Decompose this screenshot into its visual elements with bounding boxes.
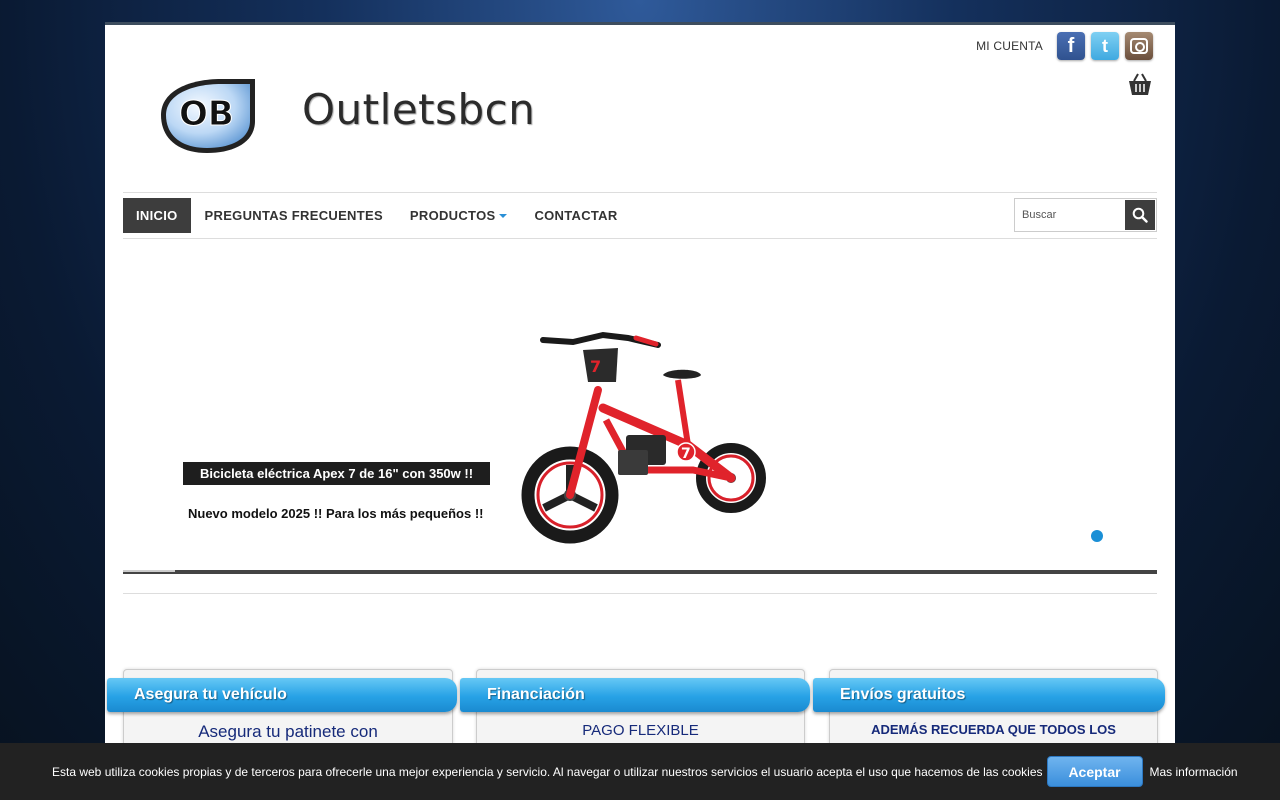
main-nav: INICIO PREGUNTAS FRECUENTES PRODUCTOS CO… xyxy=(123,192,1157,239)
nav-item-productos[interactable]: PRODUCTOS xyxy=(397,198,521,233)
logo[interactable]: OB xyxy=(151,75,263,155)
slider-dot[interactable] xyxy=(1091,530,1103,542)
my-account-link[interactable]: MI CUENTA xyxy=(976,39,1043,53)
box-ribbon-financiacion[interactable]: Financiación xyxy=(460,678,810,712)
accept-cookies-button[interactable]: Aceptar xyxy=(1046,756,1143,787)
box-ribbon-envios[interactable]: Envíos gratuitos xyxy=(813,678,1165,712)
box-text-envios: ADEMÁS RECUERDA QUE TODOS LOS xyxy=(871,722,1116,737)
nav-item-contactar[interactable]: CONTACTAR xyxy=(521,198,630,233)
facebook-icon[interactable]: f xyxy=(1057,32,1085,60)
slider-progress-fill xyxy=(123,570,175,572)
divider xyxy=(123,593,1157,594)
nav-item-inicio[interactable]: INICIO xyxy=(123,198,191,233)
brand-name: Outletsbcn xyxy=(302,85,536,134)
more-info-link[interactable]: Mas información xyxy=(1150,765,1238,779)
search-button[interactable] xyxy=(1125,200,1155,230)
slide-subtitle: Nuevo modelo 2025 !! Para los más pequeñ… xyxy=(188,506,484,521)
svg-text:7: 7 xyxy=(590,357,601,376)
cookie-text: Esta web utiliza cookies propias y de te… xyxy=(52,764,1043,779)
caret-down-icon xyxy=(499,213,508,218)
logo-text: OB xyxy=(179,94,234,134)
basket-icon[interactable] xyxy=(1127,73,1153,97)
top-links: MI CUENTA f t xyxy=(976,32,1153,60)
page-container: MI CUENTA f t OB Outletsbcn INICIO PREGU… xyxy=(105,22,1175,800)
cookie-bar: Esta web utiliza cookies propias y de te… xyxy=(0,743,1280,800)
search-icon xyxy=(1132,207,1148,223)
instagram-icon[interactable] xyxy=(1125,32,1153,60)
nav-item-preguntas-frecuentes[interactable]: PREGUNTAS FRECUENTES xyxy=(192,198,396,233)
box-text-financiacion: PAGO FLEXIBLE xyxy=(582,722,699,739)
search-box xyxy=(1014,198,1157,232)
hero-slider[interactable]: 7 7 Bicicleta eléctrica Apex 7 de 16" co… xyxy=(123,240,1157,570)
bike-number: 7 xyxy=(681,446,691,462)
box-text-seguro: Asegura tu patinete con xyxy=(198,722,378,741)
slide-title: Bicicleta eléctrica Apex 7 de 16" con 35… xyxy=(183,462,491,485)
twitter-icon[interactable]: t xyxy=(1091,32,1119,60)
slider-progress-bar xyxy=(123,570,1157,574)
electric-bike-image: 7 7 xyxy=(521,331,766,544)
box-ribbon-seguro[interactable]: Asegura tu vehículo xyxy=(107,678,457,712)
search-input[interactable] xyxy=(1015,199,1124,231)
